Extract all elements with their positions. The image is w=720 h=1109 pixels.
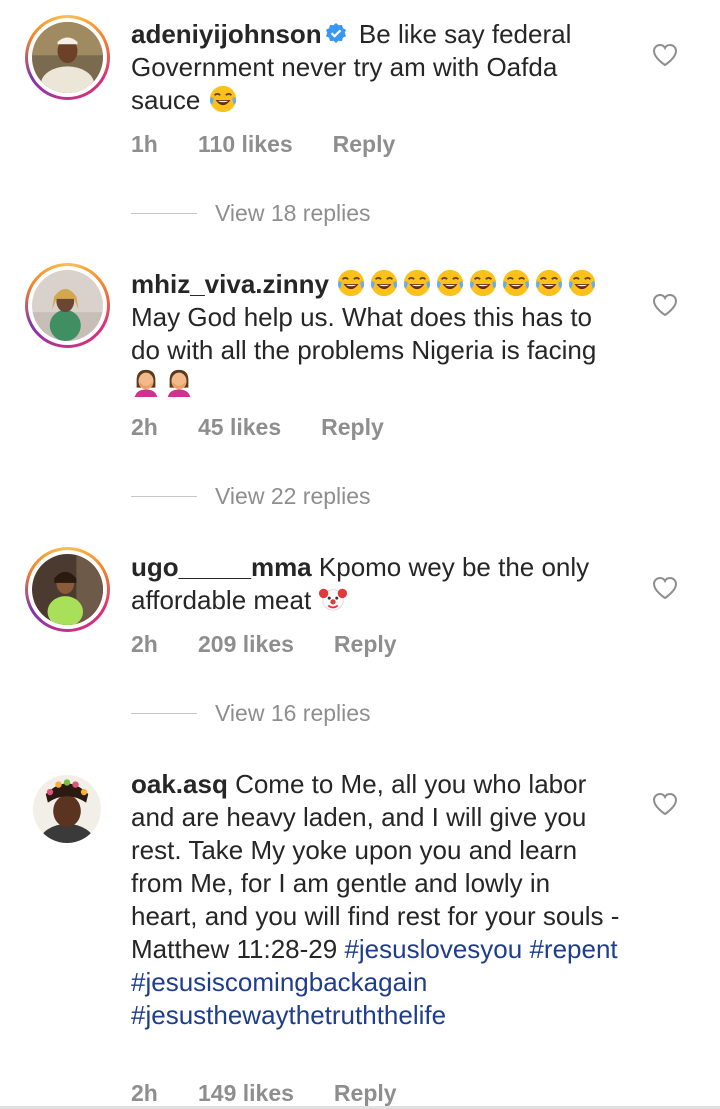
reply-button[interactable]: Reply: [334, 631, 397, 658]
likes-count[interactable]: 45 likes: [198, 414, 281, 441]
username[interactable]: ugo_____mma: [131, 552, 312, 582]
tears-of-joy-emoji: [534, 268, 564, 298]
comment-meta: 1h 110 likes Reply: [131, 131, 395, 158]
tears-of-joy-emoji: [468, 268, 498, 298]
replies-divider: [131, 213, 197, 214]
view-replies-label: View 22 replies: [215, 483, 371, 509]
facepalm-emoji: [164, 367, 194, 397]
heart-icon[interactable]: [652, 792, 678, 816]
heart-icon[interactable]: [652, 293, 678, 317]
profile-photo: [32, 22, 103, 93]
username[interactable]: mhiz_viva.zinny: [131, 269, 329, 299]
tears-of-joy-emoji: [336, 268, 366, 298]
clown-face-emoji: [318, 584, 348, 614]
view-replies-label: View 18 replies: [215, 200, 371, 226]
profile-photo: [32, 554, 103, 625]
tears-of-joy-emoji: [369, 268, 399, 298]
username[interactable]: oak.asq: [131, 769, 228, 799]
comment-text: mhiz_viva.zinny May God help us. What do…: [131, 268, 621, 400]
comment-meta: 2h 209 likes Reply: [131, 631, 397, 658]
tears-of-joy-emoji: [402, 268, 432, 298]
view-replies-button[interactable]: View 16 replies: [131, 700, 371, 727]
reply-button[interactable]: Reply: [333, 131, 396, 158]
view-replies-button[interactable]: View 18 replies: [131, 200, 371, 227]
comment-text: oak.asq Come to Me, all you who labor an…: [131, 768, 621, 1032]
facepalm-emoji: [131, 367, 161, 397]
comment-text: ugo_____mma Kpomo wey be the only afford…: [131, 551, 621, 617]
username[interactable]: adeniyijohnson: [131, 19, 322, 49]
tears-of-joy-emoji: [501, 268, 531, 298]
view-replies-button[interactable]: View 22 replies: [131, 483, 371, 510]
hashtag-link[interactable]: #repent: [529, 934, 617, 964]
comment-text: adeniyijohnson Be like say federal Gover…: [131, 18, 621, 117]
reply-button[interactable]: Reply: [321, 414, 384, 441]
replies-divider: [131, 713, 197, 714]
avatar[interactable]: [25, 263, 110, 348]
profile-photo: [33, 775, 101, 843]
view-replies-label: View 16 replies: [215, 700, 371, 726]
hashtag-link[interactable]: #jesusiscomingbackagain: [131, 967, 427, 997]
heart-icon[interactable]: [652, 576, 678, 600]
comment-meta: 2h 149 likes Reply: [131, 1080, 397, 1107]
timestamp: 2h: [131, 414, 158, 440]
comment-meta: 2h 45 likes Reply: [131, 414, 384, 441]
tears-of-joy-emoji: [567, 268, 597, 298]
tears-of-joy-emoji: [208, 84, 238, 114]
comment-body: May God help us. What does this has to d…: [131, 302, 597, 365]
verified-badge-icon: [324, 21, 348, 45]
likes-count[interactable]: 110 likes: [198, 131, 293, 158]
likes-count[interactable]: 209 likes: [198, 631, 294, 658]
avatar[interactable]: [25, 547, 110, 632]
hashtag-link[interactable]: #jesusthewaythetruththelife: [131, 1000, 446, 1030]
timestamp: 1h: [131, 131, 158, 157]
tears-of-joy-emoji: [435, 268, 465, 298]
profile-photo: [32, 270, 103, 341]
timestamp: 2h: [131, 631, 158, 657]
heart-icon[interactable]: [652, 43, 678, 67]
likes-count[interactable]: 149 likes: [198, 1080, 294, 1107]
reply-button[interactable]: Reply: [334, 1080, 397, 1107]
timestamp: 2h: [131, 1080, 158, 1106]
avatar[interactable]: [25, 15, 110, 100]
avatar[interactable]: [33, 775, 101, 843]
replies-divider: [131, 496, 197, 497]
hashtag-link[interactable]: #jesuslovesyou: [344, 934, 522, 964]
